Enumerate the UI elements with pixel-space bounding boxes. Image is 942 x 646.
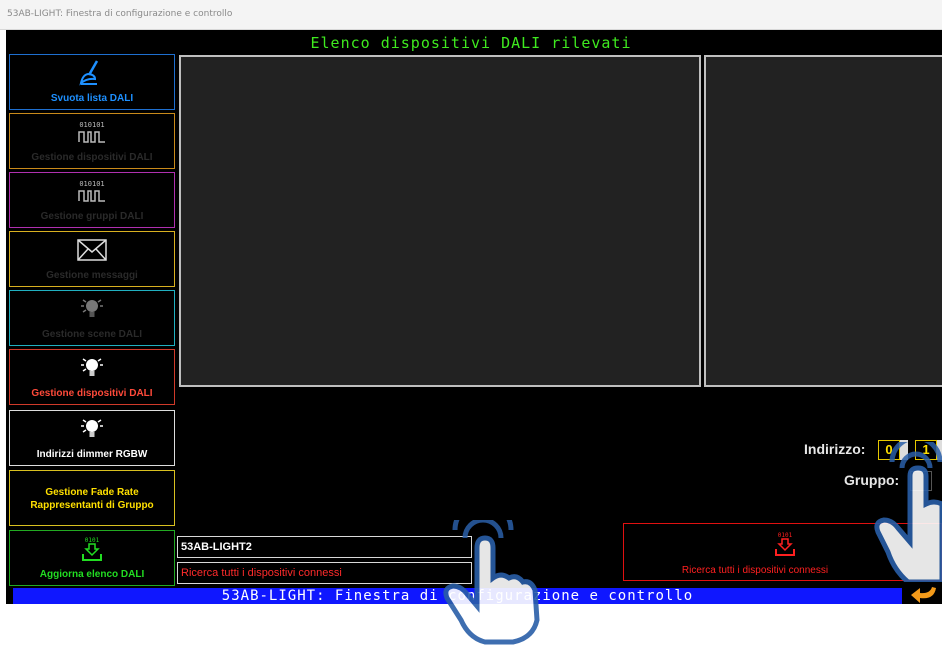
- window-title: 53AB-LIGHT: Finestra di configurazione e…: [7, 9, 233, 19]
- manage-dali-groups-button[interactable]: 010101 Gestione gruppi DALI: [9, 172, 175, 228]
- app-content: Elenco dispositivi DALI rilevati Svuota …: [6, 30, 942, 604]
- binary-signal-icon: 010101: [10, 177, 174, 205]
- lightbulb-icon: [10, 354, 174, 382]
- refresh-dali-list-label: Aggiorna elenco DALI: [39, 569, 145, 580]
- broom-icon: [10, 59, 174, 87]
- app-window: 53AB-LIGHT: Finestra di configurazione e…: [0, 0, 942, 646]
- fade-rate-label-line2: Rappresentanti di Gruppo: [30, 500, 154, 511]
- lightbulb-icon: [10, 415, 174, 443]
- device-list-panel[interactable]: [179, 55, 701, 387]
- svg-text:010101: 010101: [79, 121, 104, 129]
- manage-dali-scenes-button[interactable]: Gestione scene DALI: [9, 290, 175, 346]
- device-details-panel[interactable]: [704, 55, 942, 387]
- fade-rate-group-button[interactable]: Gestione Fade Rate Rappresentanti di Gru…: [9, 470, 175, 526]
- manage-dali-devices-active-button[interactable]: Gestione dispositivi DALI: [9, 349, 175, 405]
- refresh-dali-list-button[interactable]: 0101 Aggiorna elenco DALI: [9, 530, 175, 586]
- manage-dali-scenes-label: Gestione scene DALI: [41, 329, 143, 340]
- clear-dali-list-button[interactable]: Svuota lista DALI: [9, 54, 175, 110]
- messages-label: Gestione messaggi: [46, 270, 138, 281]
- envelope-icon: [10, 236, 174, 264]
- address-label: Indirizzo:: [804, 441, 866, 457]
- manage-dali-devices-button[interactable]: 010101 Gestione dispositivi DALI: [9, 113, 175, 169]
- clear-dali-list-label: Svuota lista DALI: [50, 93, 134, 104]
- download-icon: 0101: [768, 530, 802, 563]
- window-titlebar[interactable]: 53AB-LIGHT: Finestra di configurazione e…: [0, 0, 942, 30]
- manage-dali-groups-label: Gestione gruppi DALI: [40, 211, 144, 222]
- pointing-hand-icon: [443, 520, 540, 645]
- rgbw-dimmer-addresses-label: Indirizzi dimmer RGBW: [36, 449, 148, 460]
- download-icon: 0101: [10, 535, 174, 563]
- rgbw-dimmer-addresses-button[interactable]: Indirizzi dimmer RGBW: [9, 410, 175, 466]
- search-all-devices-label: Ricerca tutti i dispositivi connessi: [681, 565, 829, 576]
- svg-text:0101: 0101: [85, 537, 100, 544]
- back-arrow-icon[interactable]: [910, 586, 938, 604]
- svg-text:0101: 0101: [778, 532, 793, 539]
- device-list-title: Elenco dispositivi DALI rilevati: [310, 34, 632, 52]
- manage-dali-devices-active-label: Gestione dispositivi DALI: [31, 388, 153, 399]
- svg-text:010101: 010101: [79, 180, 104, 188]
- lightbulb-icon: [10, 295, 174, 323]
- manage-dali-devices-label: Gestione dispositivi DALI: [31, 152, 153, 163]
- messages-button[interactable]: Gestione messaggi: [9, 231, 175, 287]
- binary-signal-icon: 010101: [10, 118, 174, 146]
- fade-rate-label-line1: Gestione Fade Rate: [45, 487, 139, 498]
- pointing-hand-icon: [874, 442, 942, 582]
